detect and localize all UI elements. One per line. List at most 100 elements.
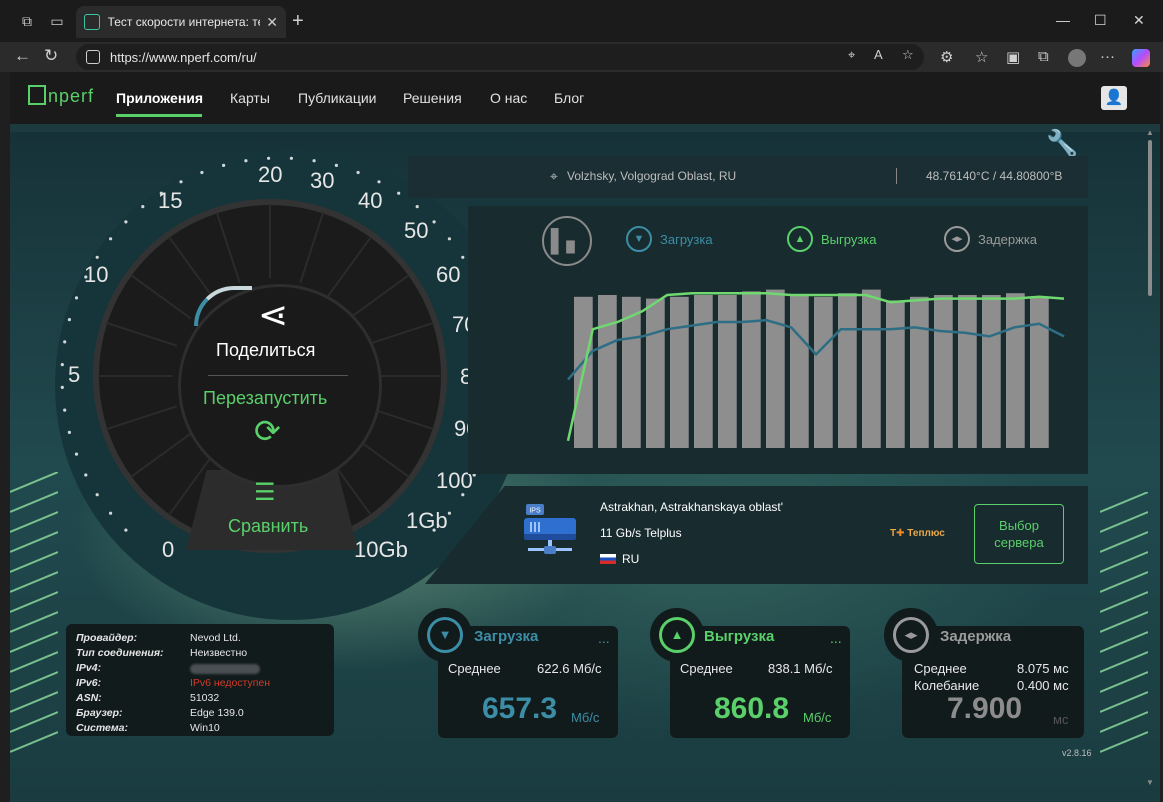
workspaces-icon[interactable]: ⧉ [18,12,36,30]
browser-tab[interactable]: Тест скорости интернета: тестир ✕ [76,6,286,38]
upload-avg-label: Среднее [680,661,733,676]
chart-bars-icon[interactable]: ▌▖ [542,216,592,266]
extensions-icon[interactable]: ⚙ [940,48,953,66]
download-unit: Мб/с [571,710,600,725]
select-server-button[interactable]: Выбор сервера [974,504,1064,564]
download-arrow-icon: ▼ [427,617,463,653]
app-version: v2.8.16 [1062,748,1092,758]
gauge-tick-dot [179,180,183,184]
minimize-icon[interactable]: — [1056,12,1070,28]
chart-bar [598,295,617,448]
info-key: IPv6: [76,677,102,689]
tab-title: Тест скорости интернета: тестир [107,15,261,29]
page-scrollbar[interactable]: ▲ ▼ [1146,128,1154,790]
chart-bar [646,298,665,448]
download-avg-label: Среднее [448,661,501,676]
dial-segment-line [168,236,214,298]
site-info-icon[interactable] [86,50,100,64]
legend-upload-label: Выгрузка [821,231,877,247]
read-aloud-icon[interactable]: A [874,47,883,62]
favorites-icon[interactable]: ☆ [975,48,988,66]
close-tab-icon[interactable]: ✕ [266,14,278,31]
copilot-icon[interactable] [1132,49,1150,67]
dial-segment-line [130,432,192,478]
server-icon: IPS [524,504,576,554]
reload-icon[interactable]: ↻ [44,46,58,66]
scroll-thumb[interactable] [1148,140,1152,296]
compare-button[interactable]: Сравнить [228,516,308,537]
refresh-icon[interactable]: ⟳ [254,412,281,450]
compare-search-icon[interactable]: ☰ [254,478,276,507]
settings-wrench-icon[interactable]: 🔧 [1046,128,1078,159]
share-button[interactable]: Поделиться [216,340,315,361]
jitter-value: 0.400 мс [1017,678,1069,693]
speed-chart [566,289,1065,448]
latency-avg-label: Среднее [914,661,967,676]
more-menu-icon[interactable]: ··· [1100,48,1115,65]
dial-segment-line [362,321,434,347]
gauge-tick-30: 30 [310,168,335,193]
upload-title: Выгрузка [704,628,775,645]
profile-avatar[interactable] [1068,49,1086,67]
chart-bar [838,293,857,448]
share-icon[interactable]: ⋖ [258,294,288,336]
coordinates-text: 48.76140°C / 44.80800°B [926,169,1063,183]
jitter-label: Колебание [914,678,980,693]
latency-unit: мс [1053,712,1069,727]
download-avg: 622.6 Мб/с [537,661,602,676]
download-title: Загрузка [474,628,539,645]
download-more-icon[interactable]: ... [598,630,610,646]
chart-bar [1030,296,1049,448]
ipv4-redacted [190,664,260,674]
restart-button[interactable]: Перезапустить [203,388,327,409]
server-country: RU [622,552,640,566]
svg-text:IPS: IPS [529,508,541,515]
user-account-icon[interactable]: 👤 [1101,86,1127,110]
location-permission-icon[interactable]: ⌖ [848,47,855,63]
tab-actions-icon[interactable]: ▭ [48,12,66,30]
dial-segment-line [106,405,178,431]
latency-value: 7.900 [947,692,1023,725]
legend-upload[interactable]: ▲ Выгрузка [787,226,877,252]
gauge-tick-dot [74,452,79,456]
chart-bar [742,291,761,448]
gauge-tick-dot [244,159,248,163]
latency-title: Задержка [940,628,1012,645]
chart-bar [718,295,737,448]
url-bar[interactable]: https://www.nperf.com/ru/ [76,44,924,70]
gauge-tick-dot [447,237,451,241]
gauge-tick-20: 20 [258,162,283,187]
upload-more-icon[interactable]: ... [830,630,842,646]
gauge-tick-dot [200,170,204,175]
address-toolbar: ← ↻ https://www.nperf.com/ru/ ⌖ A ☆ ⚙ ☆ … [0,42,1163,72]
screenshot-icon[interactable]: ▣ [1006,48,1020,66]
maximize-icon[interactable]: ☐ [1094,12,1107,29]
chart-bar [958,295,977,448]
chart-bar [694,295,713,448]
gauge-tick-dot [447,511,451,515]
chart-bar [670,296,689,448]
legend-latency-label: Задержка [978,231,1038,247]
latency-avg: 8.075 мс [1017,661,1069,676]
favorite-star-icon[interactable]: ☆ [902,47,914,63]
page-viewport: nperf Приложения Карты Публикации Решени… [10,72,1160,802]
info-value: Edge 139.0 [190,707,244,719]
legend-latency[interactable]: ◂▸ Задержка [944,226,1037,252]
info-row-conn-type: Тип соединения: Неизвестно [76,647,324,662]
close-window-icon[interactable]: ✕ [1133,12,1145,29]
gauge-tick-dot [60,385,64,389]
chart-bar [790,295,809,448]
dial-segment-line [326,236,372,298]
info-value: IPv6 недоступен [190,677,271,689]
info-value: Nevod Ltd. [190,632,241,644]
gauge-tick-dot [377,180,381,184]
new-tab-icon[interactable]: + [292,10,304,32]
chart-bar [766,289,785,448]
collections-icon[interactable]: ⧉ [1038,48,1049,65]
back-icon[interactable]: ← [14,46,31,66]
gauge-tick-dot [84,473,88,477]
legend-download[interactable]: ▼ Загрузка [626,226,713,252]
scroll-up-icon[interactable]: ▲ [1146,128,1154,137]
scroll-down-icon[interactable]: ▼ [1146,778,1154,787]
location-text: Volzhsky, Volgograd Oblast, RU [567,169,737,183]
